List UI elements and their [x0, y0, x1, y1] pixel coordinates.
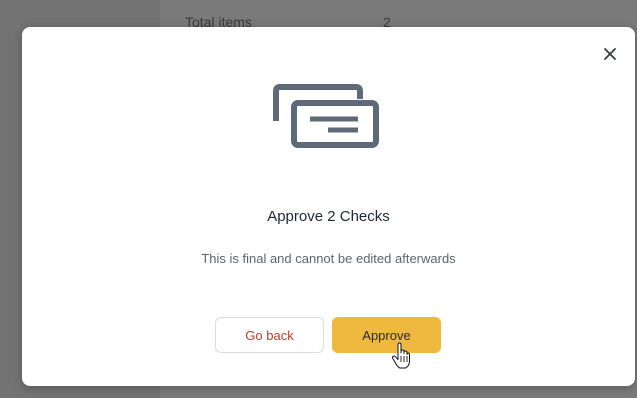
close-button[interactable] — [600, 44, 620, 64]
approve-checks-modal: Approve 2 Checks This is final and canno… — [22, 27, 635, 386]
close-icon — [604, 48, 616, 60]
modal-description: This is final and cannot be edited after… — [201, 251, 456, 266]
approve-button[interactable]: Approve — [332, 317, 441, 353]
checks-icon — [273, 84, 379, 148]
pointer-hand-icon — [391, 342, 410, 369]
modal-title: Approve 2 Checks — [267, 208, 390, 225]
go-back-button[interactable]: Go back — [215, 317, 324, 353]
